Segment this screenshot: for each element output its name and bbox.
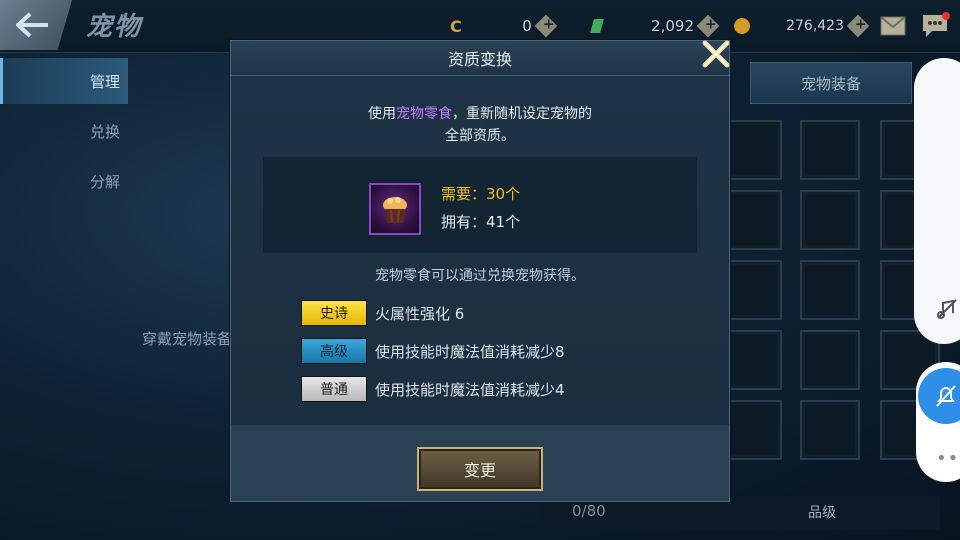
need-amount: 需要：30个 <box>441 185 521 203</box>
equip-slot[interactable] <box>800 190 860 250</box>
pet-snack-highlight: 宠物零食 <box>396 106 452 122</box>
have-amount: 拥有：41个 <box>441 213 521 231</box>
equip-slot[interactable] <box>722 400 782 460</box>
desc-prefix: 使用 <box>368 106 396 122</box>
equip-slot[interactable] <box>722 260 782 320</box>
attribute-text: 使用技能时魔法值消耗减少8 <box>375 342 565 361</box>
change-button[interactable]: 变更 <box>417 447 543 491</box>
dialog-description: 使用宠物零食，重新随机设定宠物的 全部资质。 <box>231 103 729 147</box>
pet-snack-item-icon[interactable] <box>369 183 421 235</box>
screen-title: 宠物 <box>86 12 143 42</box>
attribute-row: 史诗 火属性强化 6 <box>301 299 464 327</box>
aptitude-change-dialog: 资质变换 使用宠物零食，重新随机设定宠物的 全部资质。 需要：30个 拥有：41… <box>230 40 730 502</box>
dialog-title: 资质变换 <box>447 50 512 69</box>
back-arrow-icon <box>16 12 48 38</box>
attribute-row: 高级 使用技能时魔法值消耗减少8 <box>301 337 565 365</box>
sidebar-item-label: 管理 <box>89 72 120 91</box>
equip-slot[interactable] <box>722 120 782 180</box>
currency-c-value: 0 <box>522 17 532 35</box>
dialog-header: 资质变换 <box>231 41 729 76</box>
equip-slot[interactable] <box>800 330 860 390</box>
gold-coin-icon <box>734 18 750 34</box>
attribute-text: 使用技能时魔法值消耗减少4 <box>375 380 565 399</box>
inventory-count: 0/80 <box>572 502 606 520</box>
currency-gem-value: 2,092 <box>651 17 694 35</box>
close-icon[interactable] <box>701 39 731 69</box>
wear-equipment-label: 穿戴宠物装备 <box>142 330 233 348</box>
sidebar-item-label: 兑换 <box>89 122 120 141</box>
floating-panel[interactable] <box>914 58 960 344</box>
chat-icon[interactable] <box>920 12 950 40</box>
equip-slot[interactable] <box>722 330 782 390</box>
normal-rarity-badge: 普通 <box>301 376 367 402</box>
equip-slot[interactable] <box>800 120 860 180</box>
desc-suffix: ，重新随机设定宠物的 <box>452 106 592 122</box>
equip-slot[interactable] <box>800 260 860 320</box>
cupcake-icon <box>383 197 407 223</box>
mail-icon[interactable] <box>880 16 906 36</box>
sidebar-item-exchange[interactable]: 兑换 <box>0 108 128 154</box>
sidebar-item-manage[interactable]: 管理 <box>0 58 128 104</box>
more-options-icon[interactable]: ••• <box>936 448 960 469</box>
add-currency-c-button[interactable] <box>534 14 558 38</box>
attribute-row: 普通 使用技能时魔法值消耗减少4 <box>301 375 565 403</box>
attribute-text: 火属性强化 6 <box>375 304 465 323</box>
currency-coin: 276,423 <box>734 14 870 38</box>
desc-line2: 全部资质。 <box>445 128 515 144</box>
sidebar-item-label: 分解 <box>89 172 120 191</box>
cost-box: 需要：30个 拥有：41个 <box>263 157 697 253</box>
equip-slot[interactable] <box>722 190 782 250</box>
add-coin-button[interactable] <box>846 14 870 38</box>
currency-coin-value: 276,423 <box>786 18 844 34</box>
back-button[interactable] <box>0 0 72 50</box>
add-gem-button[interactable] <box>696 14 720 38</box>
equip-slot[interactable] <box>800 400 860 460</box>
epic-rarity-badge: 史诗 <box>301 300 367 326</box>
obtain-hint: 宠物零食可以通过兑换宠物获得。 <box>375 268 585 284</box>
currency-c: C 0 <box>450 14 558 38</box>
currency-gem: 2,092 <box>590 14 720 38</box>
gold-c-icon: C <box>450 16 462 36</box>
tab-pet-equipment[interactable]: 宠物装备 <box>750 62 912 104</box>
sidebar-item-decompose[interactable]: 分解 <box>0 158 128 204</box>
grade-sort-button[interactable]: 品级 <box>808 502 836 522</box>
dialog-footer: 变更 <box>231 425 729 501</box>
music-off-icon[interactable] <box>936 298 958 320</box>
bell-off-icon <box>936 385 956 407</box>
high-rarity-badge: 高级 <box>301 338 367 364</box>
